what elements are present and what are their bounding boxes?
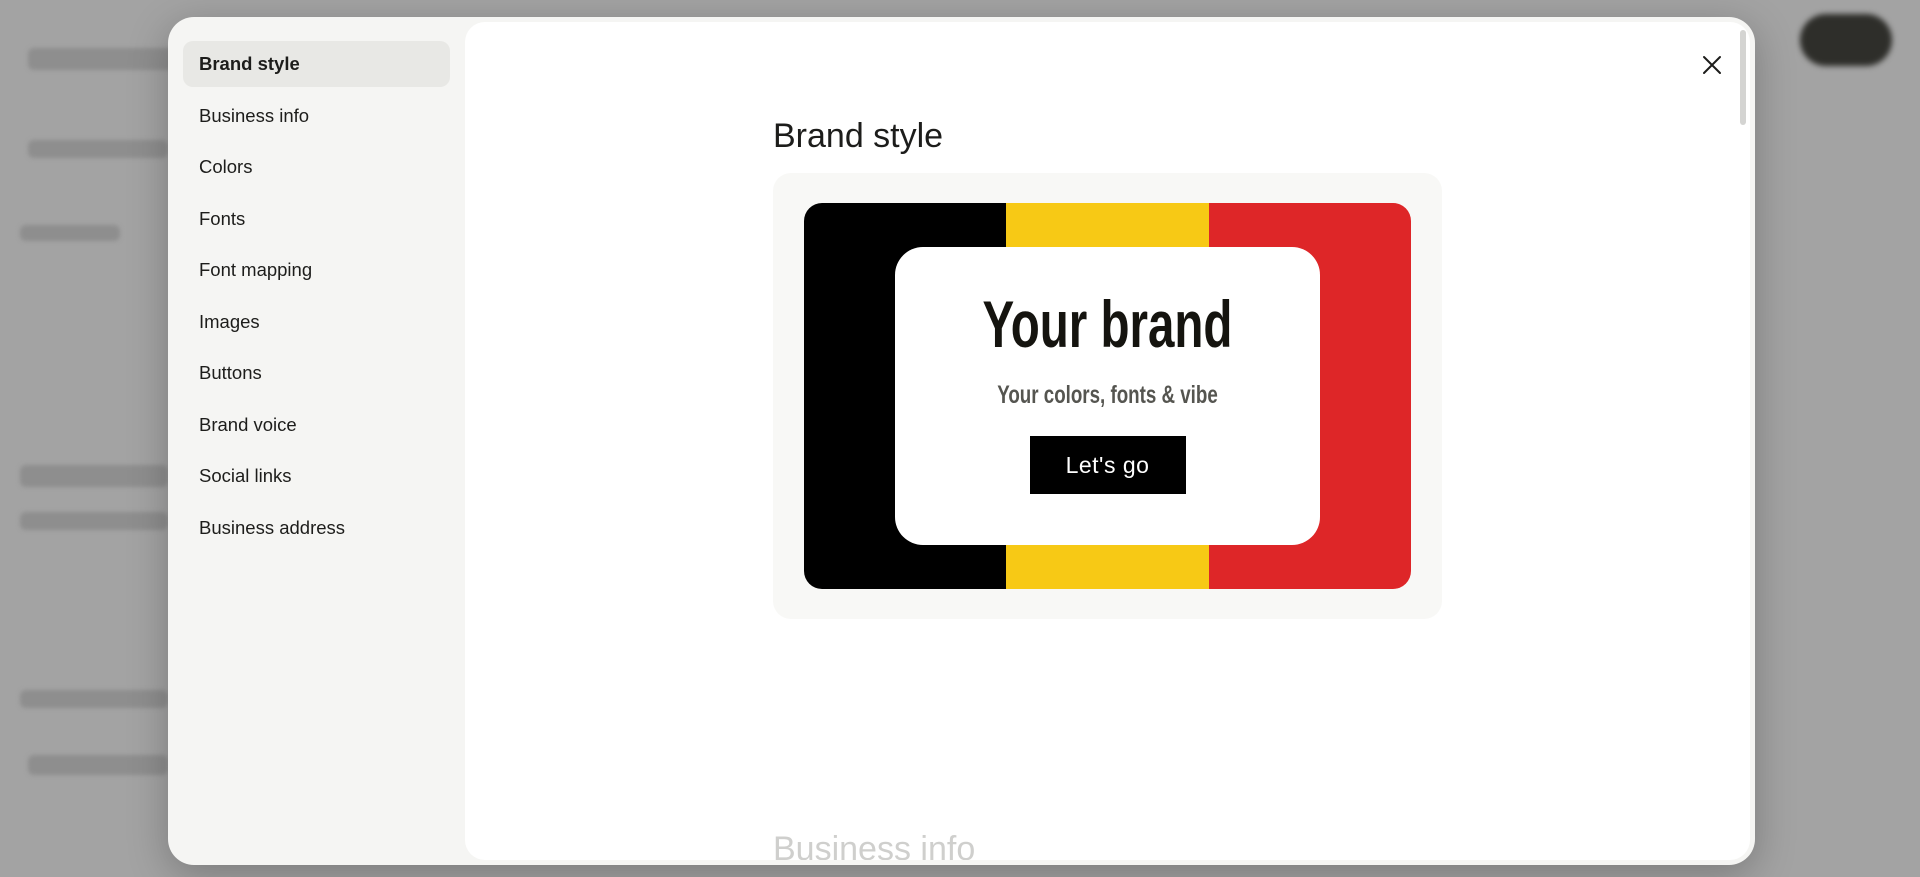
- background-item: [20, 225, 120, 241]
- section-title-business-info: Business info: [773, 830, 976, 860]
- close-button[interactable]: [1696, 49, 1728, 81]
- settings-sidebar: Brand style Business info Colors Fonts F…: [168, 17, 465, 865]
- sidebar-item-buttons[interactable]: Buttons: [183, 350, 450, 396]
- sidebar-item-fonts[interactable]: Fonts: [183, 196, 450, 242]
- brand-preview-button[interactable]: Let's go: [1029, 436, 1186, 494]
- sidebar-item-business-info[interactable]: Business info: [183, 93, 450, 139]
- page-title: Brand style: [773, 117, 944, 155]
- background-item: [28, 755, 168, 775]
- background-item: [20, 690, 168, 708]
- scrollbar[interactable]: [1736, 22, 1750, 860]
- sidebar-item-images[interactable]: Images: [183, 299, 450, 345]
- sidebar-item-brand-voice[interactable]: Brand voice: [183, 402, 450, 448]
- sidebar-item-business-address[interactable]: Business address: [183, 505, 450, 551]
- brand-preview-card: Your brand Your colors, fonts & vibe Let…: [773, 173, 1442, 619]
- sidebar-item-colors[interactable]: Colors: [183, 144, 450, 190]
- brand-settings-modal: Brand style Business info Colors Fonts F…: [168, 17, 1755, 865]
- scrollbar-thumb[interactable]: [1740, 30, 1746, 125]
- brand-preview-heading: Your brand: [982, 287, 1233, 361]
- close-icon: [1703, 56, 1721, 74]
- background-item: [20, 512, 168, 530]
- brand-preview-subheading: Your colors, fonts & vibe: [997, 381, 1218, 409]
- background-item: [20, 465, 168, 487]
- background-button: [1800, 14, 1892, 66]
- settings-content-panel[interactable]: Brand style Your brand Your colors, font…: [465, 22, 1750, 860]
- background-item: [28, 140, 168, 158]
- sidebar-item-brand-style[interactable]: Brand style: [183, 41, 450, 87]
- sidebar-item-font-mapping[interactable]: Font mapping: [183, 247, 450, 293]
- brand-preview-box: Your brand Your colors, fonts & vibe Let…: [895, 247, 1320, 545]
- background-title: [28, 48, 178, 70]
- sidebar-item-social-links[interactable]: Social links: [183, 453, 450, 499]
